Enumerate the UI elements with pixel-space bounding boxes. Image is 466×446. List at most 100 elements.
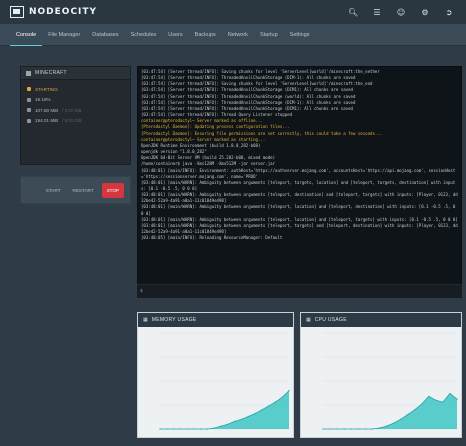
usage-point: [206, 428, 209, 430]
logout-icon[interactable]: ➲: [444, 8, 454, 17]
usage-point: [357, 428, 359, 430]
stat-status: STARTING: [21, 84, 130, 95]
usage-point: [288, 390, 290, 392]
usage-point: [428, 395, 430, 397]
top-icons: 🔍︎ ☰ ☺ ⚙ ➲: [348, 8, 454, 17]
brand-name: NODEOCITY: [29, 7, 98, 17]
stat-memory-value: 107.80 MiB: [35, 107, 59, 113]
usage-point: [392, 422, 395, 424]
usage-point: [343, 428, 345, 430]
tab-network[interactable]: Network: [222, 24, 254, 46]
usage-point: [371, 428, 373, 430]
usage-point: [421, 403, 423, 405]
usage-point: [336, 428, 338, 430]
search-icon[interactable]: 🔍︎: [348, 8, 358, 17]
memory-icon: [27, 108, 31, 113]
power-controls: START RESTART STOP: [20, 176, 131, 204]
cpu-usage-panel: ▦ CPU USAGE: [300, 312, 462, 438]
cpu-usage-chart: [322, 332, 458, 430]
restart-button[interactable]: RESTART: [69, 185, 98, 196]
usage-point: [172, 428, 175, 430]
layers-icon[interactable]: ☰: [372, 8, 382, 17]
tab-file-manager[interactable]: File Manager: [42, 24, 86, 46]
usage-point: [166, 428, 168, 430]
cpu-chip-icon: ▦: [306, 317, 311, 323]
memory-usage-panel: ▦ MEMORY USAGE: [137, 312, 294, 438]
console-line: [03:48:01] [main/WARN]: Ambiguity betwee…: [141, 192, 458, 204]
usage-point: [414, 409, 416, 411]
top-bar: NODEOCITY 🔍︎ ☰ ☺ ⚙ ➲: [0, 0, 466, 24]
usage-point: [186, 428, 188, 430]
usage-point: [350, 428, 352, 430]
tab-console[interactable]: Console: [10, 24, 43, 46]
tab-users[interactable]: Users: [162, 24, 188, 46]
server-info-header: MINECRAFT: [21, 67, 130, 80]
disk-icon: [27, 118, 31, 123]
stat-disk-limit: / 8.00 GiB: [62, 118, 82, 124]
tab-databases[interactable]: Databases: [86, 24, 124, 46]
usage-point: [329, 428, 331, 430]
cpu-icon: [27, 97, 31, 102]
stat-status-value: STARTING: [35, 86, 58, 92]
usage-point: [220, 425, 222, 427]
usage-point: [442, 401, 444, 403]
stat-cpu: 19.18%: [21, 95, 130, 106]
console-prompt: $: [140, 289, 143, 294]
tab-backups[interactable]: Backups: [189, 24, 222, 46]
logo-icon: [10, 6, 24, 18]
cpu-panel-header: ▦ CPU USAGE: [301, 313, 461, 327]
usage-point: [200, 428, 202, 430]
usage-point: [281, 396, 283, 398]
memory-usage-chart: [159, 332, 290, 430]
usage-point: [179, 428, 181, 430]
console-input[interactable]: $: [137, 284, 462, 298]
usage-point: [193, 428, 195, 430]
console-line: [03:48:01] [main/INFO]: Environment: aut…: [141, 167, 456, 179]
stat-memory: 107.80 MiB / 2.00 GiB: [21, 105, 130, 116]
console-output[interactable]: [03:47:54] [Server thread/INFO]: Saving …: [137, 66, 462, 298]
usage-point: [261, 409, 263, 411]
usage-point: [234, 420, 236, 422]
brand-logo[interactable]: NODEOCITY: [10, 6, 97, 18]
memory-chip-icon: ▦: [143, 317, 148, 323]
console-line: [03:48:01] [main/WARN]: Ambiguity betwee…: [141, 222, 458, 235]
usage-area: [323, 393, 457, 429]
usage-point: [456, 398, 458, 400]
server-name: MINECRAFT: [35, 70, 67, 76]
usage-point: [378, 427, 381, 429]
usage-point: [322, 428, 324, 430]
start-button[interactable]: START: [42, 185, 65, 196]
usage-point: [240, 418, 243, 420]
usage-point: [274, 401, 277, 403]
usage-point: [268, 405, 270, 407]
usage-point: [213, 427, 215, 429]
usage-point: [254, 413, 256, 415]
usage-point: [247, 415, 249, 418]
stat-memory-limit: / 2.00 GiB: [62, 107, 82, 113]
console-line: [03:48:05] [main/INFO]: Reloading Resour…: [141, 235, 283, 241]
tab-settings[interactable]: Settings: [284, 24, 316, 46]
usage-area: [160, 390, 289, 429]
settings-icon[interactable]: ⚙: [420, 8, 430, 17]
console-line: [03:48:01] [main/WARN]: Ambiguity betwee…: [141, 204, 458, 216]
console-line: [03:48:01] [main/WARN]: Ambiguity betwee…: [141, 216, 458, 222]
usage-point: [435, 399, 437, 401]
stop-button[interactable]: STOP: [101, 182, 124, 198]
nav-tabs: Console File Manager Databases Schedules…: [0, 24, 466, 46]
usage-point: [399, 418, 402, 420]
usage-point: [407, 414, 409, 416]
stat-disk-value: 194.01 MiB: [35, 118, 59, 124]
user-icon[interactable]: ☺: [396, 8, 406, 17]
server-icon: [26, 70, 31, 76]
usage-point: [364, 428, 366, 430]
usage-point: [159, 428, 161, 430]
server-info-panel: MINECRAFT STARTING 19.18% 107.80 MiB / 2…: [20, 66, 131, 165]
status-icon: [27, 87, 31, 92]
usage-point: [227, 423, 229, 425]
usage-point: [385, 425, 388, 427]
tab-schedules[interactable]: Schedules: [125, 24, 163, 46]
cpu-panel-title: CPU USAGE: [314, 317, 347, 323]
console-line: [03:48:01] [main/WARN]: Ambiguity betwee…: [141, 179, 456, 191]
tab-startup[interactable]: Startup: [254, 24, 284, 46]
stat-disk: 194.01 MiB / 8.00 GiB: [21, 116, 130, 127]
